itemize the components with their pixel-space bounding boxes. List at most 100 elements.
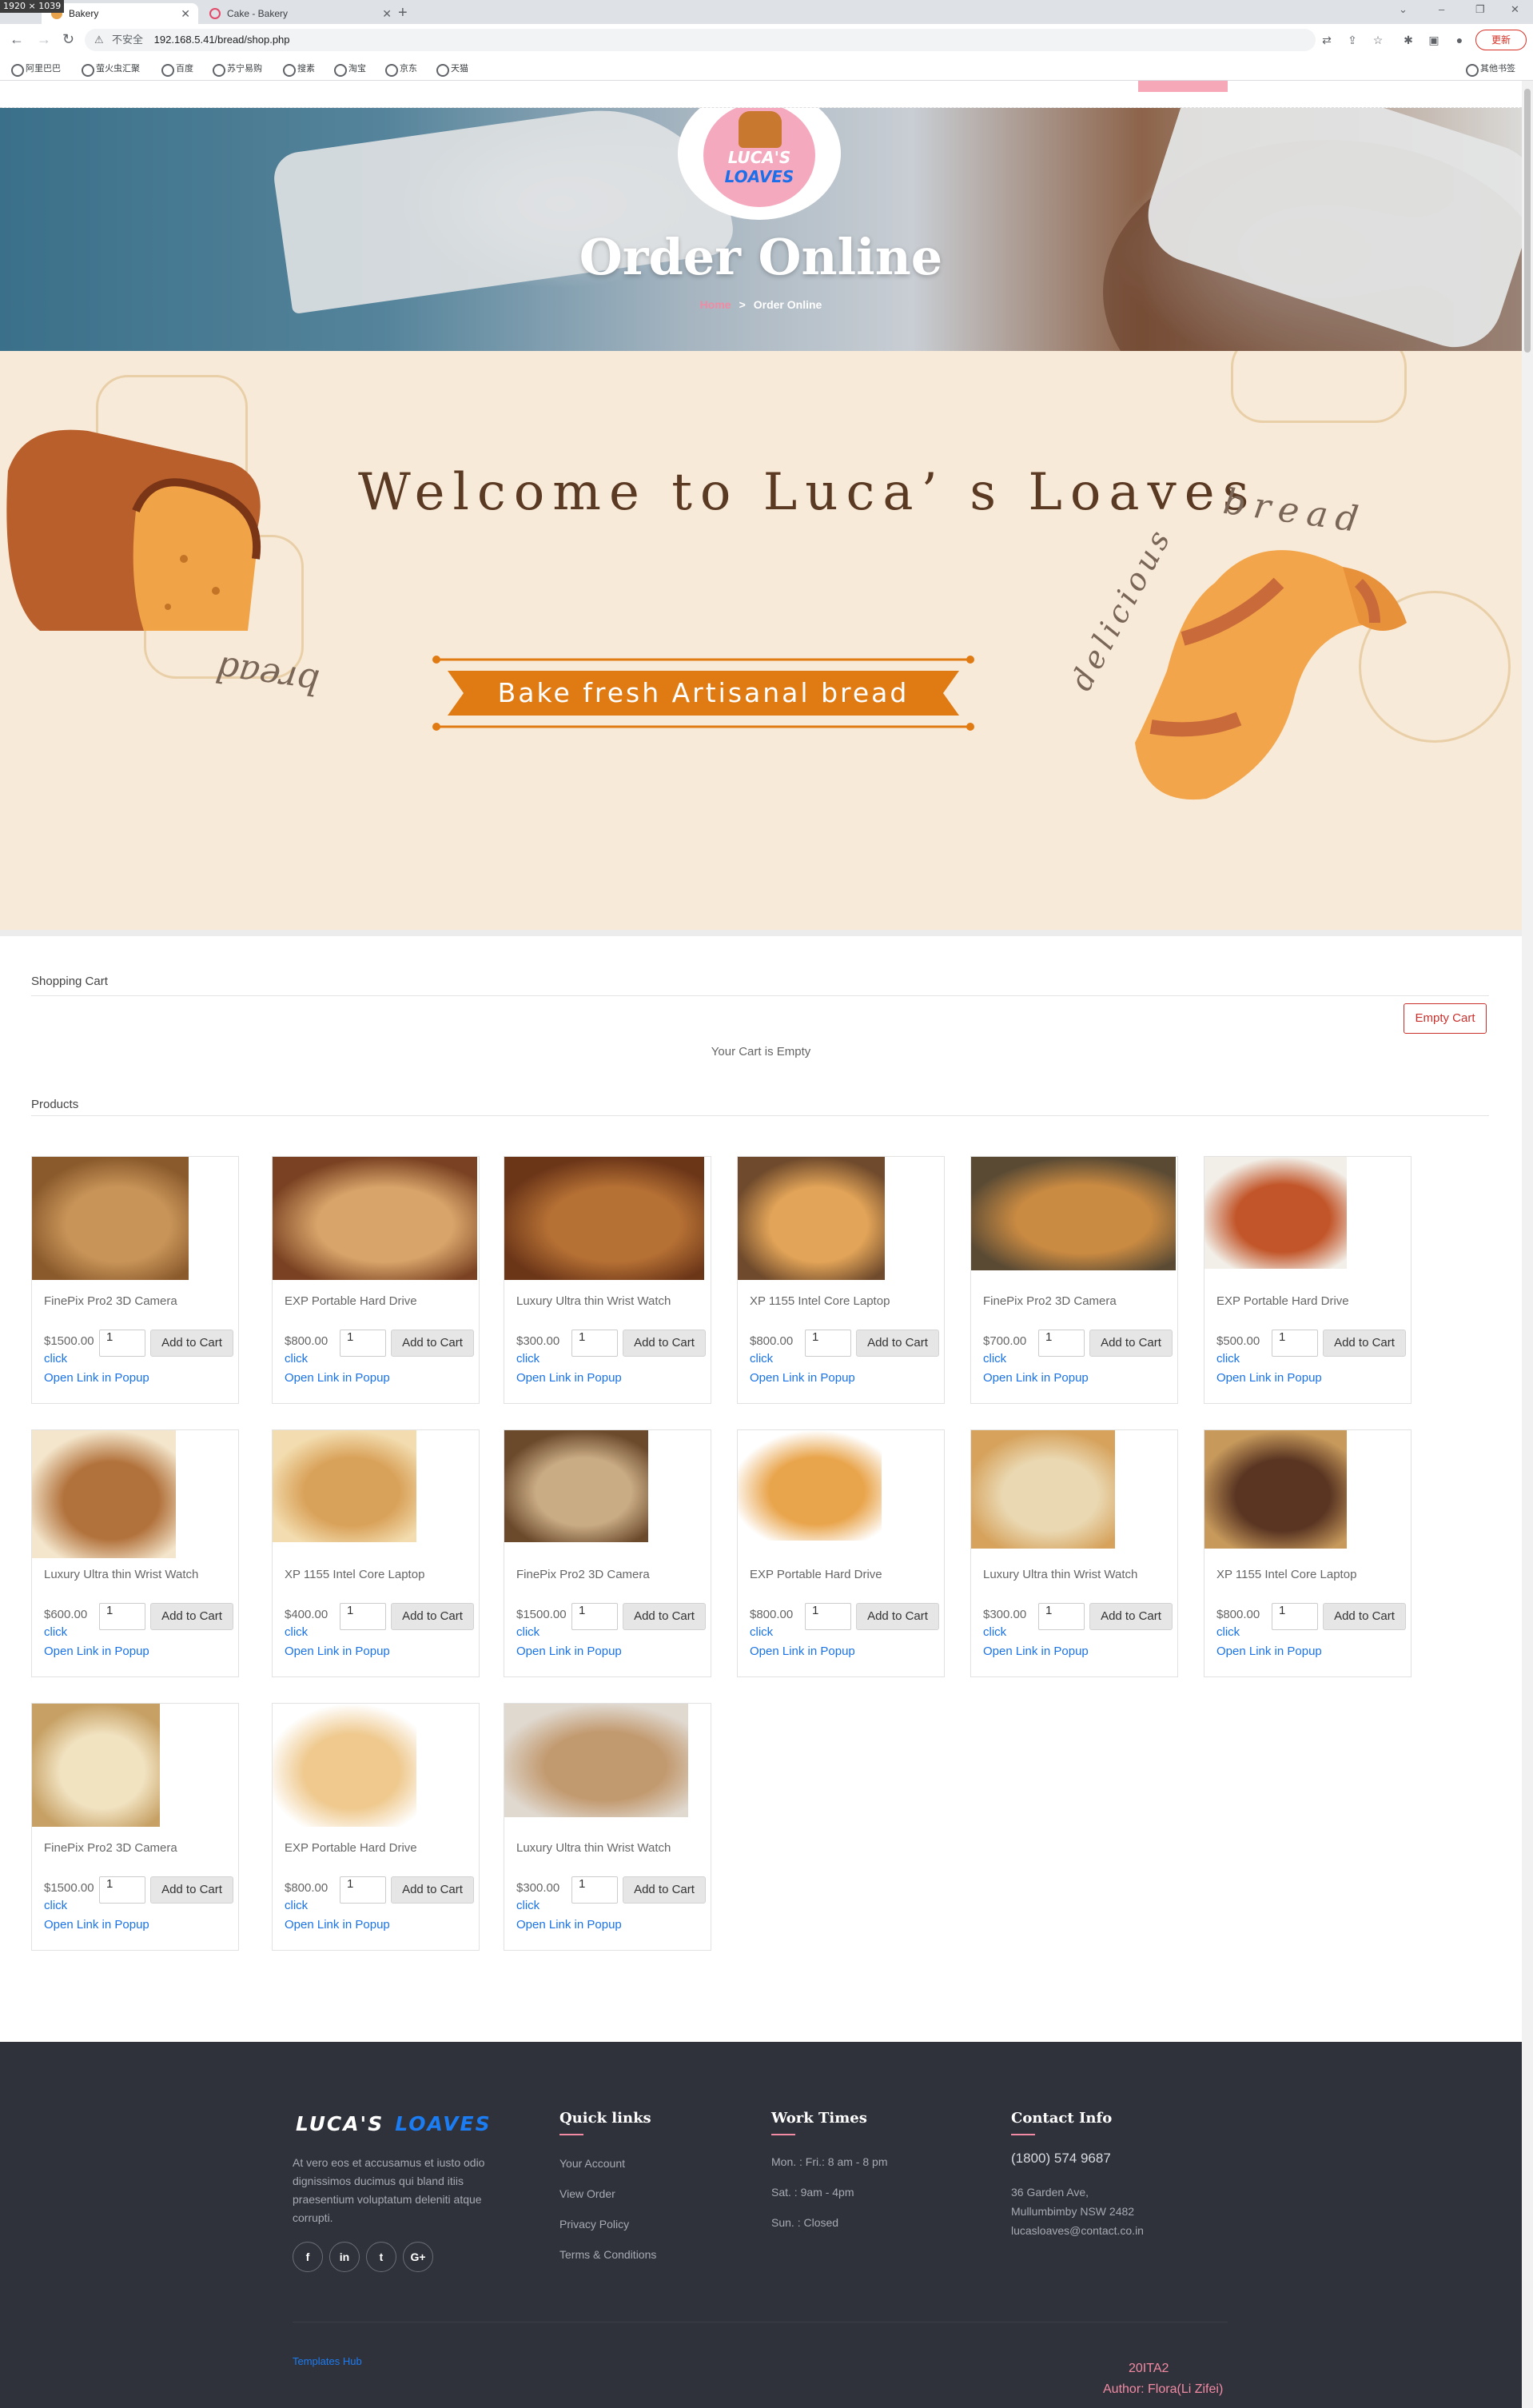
bookmark-star-icon[interactable]: ☆ <box>1370 32 1386 48</box>
add-to-cart-button[interactable]: Add to Cart <box>1089 1330 1173 1357</box>
quantity-input[interactable]: 1 <box>805 1330 851 1357</box>
quantity-input[interactable]: 1 <box>99 1603 145 1630</box>
new-tab-icon[interactable]: + <box>398 3 408 22</box>
facebook-icon[interactable]: f <box>293 2242 323 2272</box>
bookmark-item[interactable]: 搜素 <box>283 61 315 77</box>
product-click-link[interactable]: click <box>285 1625 308 1639</box>
share-icon[interactable]: ⇪ <box>1344 32 1360 48</box>
add-to-cart-button[interactable]: Add to Cart <box>150 1330 233 1357</box>
page-scrollbar[interactable] <box>1522 81 1533 2408</box>
add-to-cart-button[interactable]: Add to Cart <box>1089 1603 1173 1630</box>
open-popup-link[interactable]: Open Link in Popup <box>750 1645 855 1658</box>
google-plus-icon[interactable]: G+ <box>403 2242 433 2272</box>
open-popup-link[interactable]: Open Link in Popup <box>285 1645 390 1658</box>
product-click-link[interactable]: click <box>983 1352 1006 1365</box>
open-popup-link[interactable]: Open Link in Popup <box>516 1371 622 1385</box>
tab-search-icon[interactable]: ⌄ <box>1399 3 1408 16</box>
footer-link-view-order[interactable]: View Order <box>559 2187 615 2200</box>
footer-logo[interactable]: LUCA'S LOAVES <box>296 2112 492 2135</box>
add-to-cart-button[interactable]: Add to Cart <box>150 1603 233 1630</box>
bookmark-item[interactable]: 百度 <box>161 61 193 77</box>
product-click-link[interactable]: click <box>44 1899 67 1912</box>
quantity-input[interactable]: 1 <box>805 1603 851 1630</box>
open-popup-link[interactable]: Open Link in Popup <box>1216 1645 1322 1658</box>
product-click-link[interactable]: click <box>285 1899 308 1912</box>
product-image[interactable] <box>971 1430 1115 1549</box>
templates-hub-link[interactable]: Templates Hub <box>293 2355 362 2367</box>
add-to-cart-button[interactable]: Add to Cart <box>1323 1603 1406 1630</box>
add-to-cart-button[interactable]: Add to Cart <box>623 1603 706 1630</box>
quantity-input[interactable]: 1 <box>1038 1330 1085 1357</box>
quantity-input[interactable]: 1 <box>99 1330 145 1357</box>
open-popup-link[interactable]: Open Link in Popup <box>1216 1371 1322 1385</box>
add-to-cart-button[interactable]: Add to Cart <box>391 1876 474 1904</box>
empty-cart-button[interactable]: Empty Cart <box>1404 1003 1487 1034</box>
other-bookmarks[interactable]: 其他书签 <box>1466 61 1515 77</box>
update-button[interactable]: 更新 <box>1475 30 1527 50</box>
footer-link-your-account[interactable]: Your Account <box>559 2157 625 2170</box>
minimize-icon[interactable]: – <box>1439 3 1444 15</box>
product-image[interactable] <box>504 1430 648 1542</box>
product-image[interactable] <box>273 1704 416 1827</box>
product-click-link[interactable]: click <box>750 1625 773 1639</box>
header-button[interactable] <box>1138 81 1228 92</box>
open-popup-link[interactable]: Open Link in Popup <box>44 1645 149 1658</box>
open-popup-link[interactable]: Open Link in Popup <box>983 1645 1089 1658</box>
product-image[interactable] <box>504 1157 704 1280</box>
product-image[interactable] <box>1204 1157 1347 1269</box>
bookmark-item[interactable]: 苏宁易购 <box>213 61 262 77</box>
extensions-icon[interactable]: ✱ <box>1400 32 1416 48</box>
add-to-cart-button[interactable]: Add to Cart <box>150 1876 233 1904</box>
product-image[interactable] <box>738 1430 882 1541</box>
contact-email[interactable]: lucasloaves@contact.co.in <box>1011 2224 1144 2237</box>
sidepanel-icon[interactable]: ▣ <box>1426 32 1442 48</box>
logo[interactable]: LUCA'S LOAVES <box>703 108 815 207</box>
add-to-cart-button[interactable]: Add to Cart <box>391 1603 474 1630</box>
open-popup-link[interactable]: Open Link in Popup <box>44 1918 149 1932</box>
bookmark-item[interactable]: 京东 <box>385 61 417 77</box>
add-to-cart-button[interactable]: Add to Cart <box>856 1330 939 1357</box>
product-image[interactable] <box>1204 1430 1347 1549</box>
quantity-input[interactable]: 1 <box>340 1330 386 1357</box>
breadcrumb-home-link[interactable]: Home <box>700 298 731 311</box>
open-popup-link[interactable]: Open Link in Popup <box>44 1371 149 1385</box>
product-image[interactable] <box>504 1704 688 1817</box>
quantity-input[interactable]: 1 <box>340 1603 386 1630</box>
product-click-link[interactable]: click <box>1216 1352 1240 1365</box>
footer-link-privacy-policy[interactable]: Privacy Policy <box>559 2218 629 2231</box>
tab-cake-bakery[interactable]: Cake - Bakery ✕ <box>200 3 400 24</box>
add-to-cart-button[interactable]: Add to Cart <box>856 1603 939 1630</box>
add-to-cart-button[interactable]: Add to Cart <box>623 1330 706 1357</box>
product-click-link[interactable]: click <box>516 1899 540 1912</box>
reload-icon[interactable]: ↻ <box>62 30 74 48</box>
product-image[interactable] <box>738 1157 885 1280</box>
open-popup-link[interactable]: Open Link in Popup <box>516 1918 622 1932</box>
restore-icon[interactable]: ❐ <box>1475 3 1485 16</box>
forward-icon[interactable]: → <box>37 30 51 48</box>
back-icon[interactable]: ← <box>10 30 24 48</box>
product-click-link[interactable]: click <box>44 1352 67 1365</box>
bookmark-item[interactable]: 淘宝 <box>334 61 366 77</box>
open-popup-link[interactable]: Open Link in Popup <box>516 1645 622 1658</box>
open-popup-link[interactable]: Open Link in Popup <box>285 1371 390 1385</box>
open-popup-link[interactable]: Open Link in Popup <box>750 1371 855 1385</box>
product-click-link[interactable]: click <box>44 1625 67 1639</box>
product-image[interactable] <box>971 1157 1176 1270</box>
footer-link-terms[interactable]: Terms & Conditions <box>559 2248 656 2261</box>
product-click-link[interactable]: click <box>516 1352 540 1365</box>
quantity-input[interactable]: 1 <box>99 1876 145 1904</box>
product-image[interactable] <box>32 1157 189 1280</box>
add-to-cart-button[interactable]: Add to Cart <box>1323 1330 1406 1357</box>
product-click-link[interactable]: click <box>983 1625 1006 1639</box>
open-popup-link[interactable]: Open Link in Popup <box>285 1918 390 1932</box>
add-to-cart-button[interactable]: Add to Cart <box>391 1330 474 1357</box>
add-to-cart-button[interactable]: Add to Cart <box>623 1876 706 1904</box>
product-click-link[interactable]: click <box>1216 1625 1240 1639</box>
close-tab-icon[interactable]: ✕ <box>181 3 190 24</box>
product-image[interactable] <box>32 1430 176 1558</box>
close-tab-icon[interactable]: ✕ <box>382 3 392 24</box>
scrollbar-thumb[interactable] <box>1524 89 1531 353</box>
translate-icon[interactable]: ⇄ <box>1319 32 1335 48</box>
quantity-input[interactable]: 1 <box>340 1876 386 1904</box>
bookmark-item[interactable]: 天猫 <box>436 61 468 77</box>
